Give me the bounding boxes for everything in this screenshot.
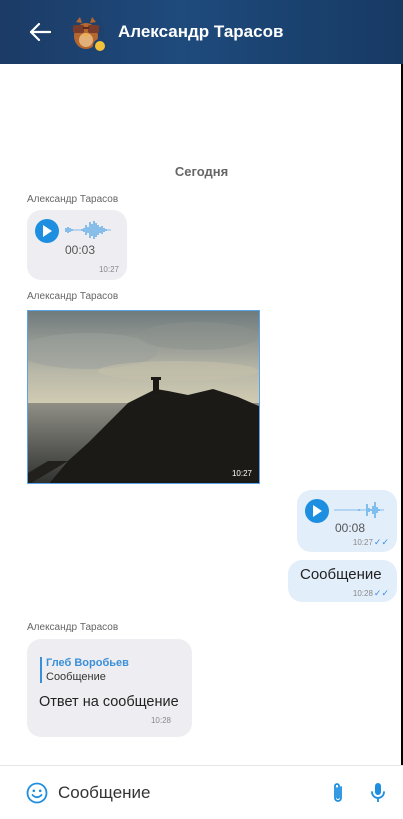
message-input[interactable] [58, 782, 326, 803]
attach-button[interactable] [326, 781, 350, 805]
voice-message-in[interactable]: 00:03 10:27 [27, 210, 127, 280]
play-button[interactable] [35, 219, 59, 243]
emoji-button[interactable] [26, 782, 48, 804]
microphone-icon [371, 782, 385, 802]
waveform-icon [334, 502, 384, 518]
contact-name[interactable]: Александр Тарасов [118, 22, 283, 42]
message-time: 10:27 [352, 538, 373, 547]
message-list[interactable]: Сегодня Александр Тарасов 00:03 10:27 Ал… [0, 64, 403, 765]
play-button[interactable] [305, 499, 329, 523]
photo-message[interactable]: 10:27 [27, 310, 260, 484]
message-time: 10:27 [231, 469, 252, 478]
paperclip-icon [334, 782, 342, 802]
reply-text: Сообщение [46, 671, 106, 683]
voice-duration: 00:08 [335, 521, 366, 535]
voice-duration: 00:03 [65, 243, 96, 257]
voice-record-button[interactable] [366, 781, 390, 805]
reply-message-in[interactable]: Глеб Воробьев Сообщение Ответ на сообщен… [27, 639, 192, 737]
emoji-icon [26, 782, 48, 803]
message-text: Сообщение [300, 566, 382, 583]
message-time: 10:27 [98, 265, 119, 274]
double-check-icon: ✓✓ [373, 537, 389, 547]
play-icon [313, 505, 322, 517]
reply-quote[interactable]: Глеб Воробьев Сообщение [40, 657, 129, 683]
chat-header: Александр Тарасов [0, 0, 403, 64]
message-time: 10:28 [352, 589, 373, 598]
message-sender: Александр Тарасов [27, 194, 119, 205]
message-time: 10:28 [150, 716, 171, 725]
message-sender: Александр Тарасов [27, 622, 119, 633]
landscape-photo [28, 311, 259, 483]
avatar[interactable] [68, 14, 107, 53]
double-check-icon: ✓✓ [373, 588, 389, 598]
back-button[interactable] [20, 12, 60, 52]
voice-message-out[interactable]: 00:08 10:27 ✓✓ [297, 490, 397, 552]
waveform-icon [65, 221, 111, 239]
date-separator: Сегодня [174, 164, 229, 179]
text-message-out[interactable]: Сообщение 10:28 ✓✓ [288, 560, 397, 602]
message-text: Ответ на сообщение [39, 694, 179, 710]
message-composer [0, 765, 403, 819]
message-sender: Александр Тарасов [27, 291, 119, 302]
status-badge [93, 39, 107, 53]
reply-author: Глеб Воробьев [46, 657, 129, 669]
play-icon [43, 225, 52, 237]
arrow-left-icon [29, 23, 51, 41]
